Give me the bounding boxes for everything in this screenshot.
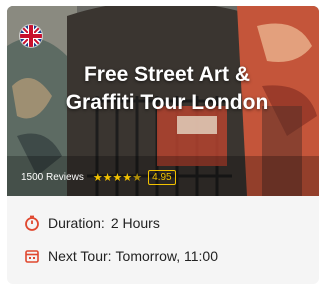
tour-title[interactable]: Free Street Art & Graffiti Tour London (62, 61, 272, 117)
tour-hero-image: Free Street Art & Graffiti Tour London 1… (7, 6, 319, 196)
next-tour-row: Next Tour: Tomorrow, 11:00 (23, 247, 303, 265)
calendar-icon (23, 247, 41, 265)
duration-value: 2 Hours (110, 215, 160, 231)
star-icon: ★★★★ (92, 172, 133, 184)
duration-row: Duration: 2 Hours (23, 214, 303, 232)
score-badge: 4.95 (148, 170, 176, 185)
tour-card[interactable]: Free Street Art & Graffiti Tour London 1… (7, 6, 319, 284)
half-star-icon: ★ (132, 172, 143, 184)
star-rating: ★★★★★ (93, 171, 142, 184)
review-count: 1500 Reviews (21, 172, 84, 183)
next-tour-label: Next Tour: (48, 248, 112, 264)
stopwatch-icon (23, 214, 41, 232)
duration-label: Duration: (48, 215, 105, 231)
rating-row: 1500 Reviews ★★★★★ 4.95 (21, 170, 176, 185)
next-tour-value: Tomorrow, 11:00 (115, 248, 219, 264)
uk-flag-icon (19, 24, 43, 48)
